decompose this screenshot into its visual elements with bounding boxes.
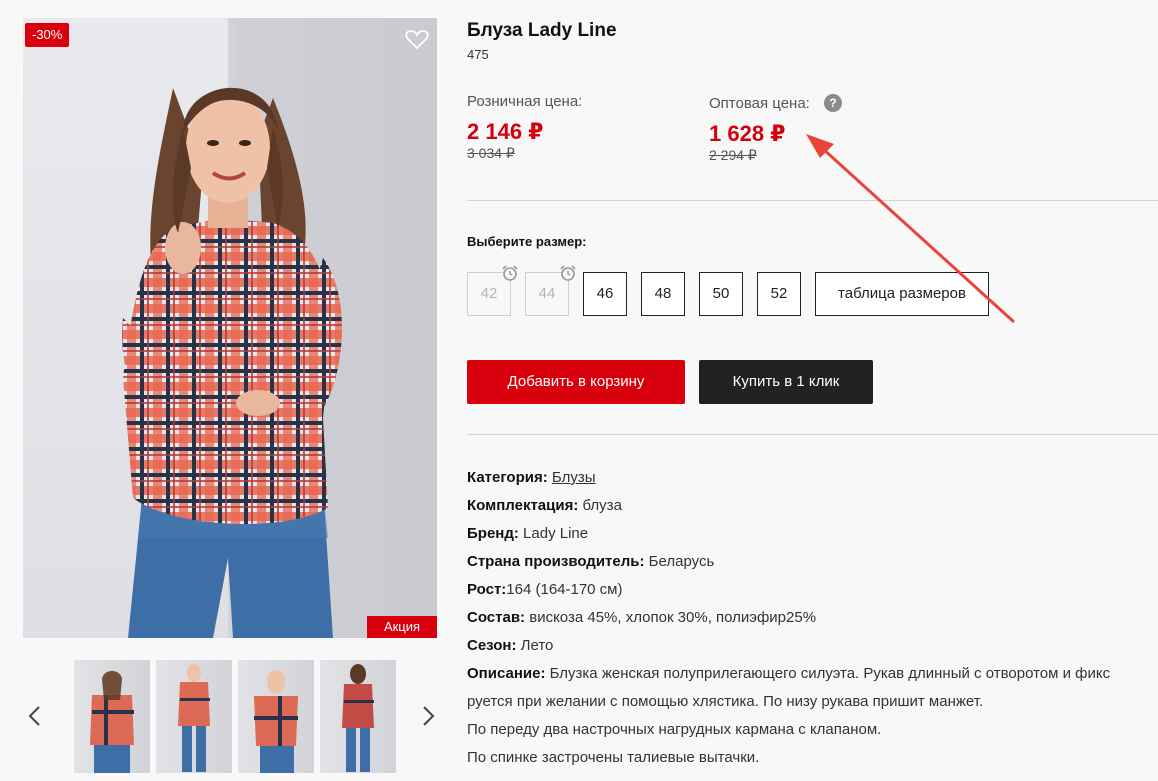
alarm-clock-icon[interactable]	[501, 264, 519, 282]
property-key: Комплектация:	[467, 497, 579, 514]
property-brand: Бренд: Lady Line	[467, 520, 1158, 548]
size-option-48[interactable]: 48	[641, 272, 685, 316]
property-category: Категория: Блузы	[467, 464, 1158, 492]
property-description: Описание: Блузка женская полуприлегающег…	[467, 660, 1158, 688]
favorite-heart-icon[interactable]	[405, 28, 429, 50]
property-value: Беларусь	[648, 553, 715, 570]
wholesale-price-old: 2 294 ₽	[709, 147, 757, 163]
thumbnail-3[interactable]	[238, 660, 314, 773]
product-properties: Категория: Блузы Комплектация: блуза Бре…	[467, 464, 1158, 772]
thumbnail-1[interactable]	[74, 660, 150, 773]
description-line: Блузка женская полуприлегающего силуэта.…	[549, 665, 1111, 682]
category-link[interactable]: Блузы	[552, 469, 596, 486]
property-key: Страна производитель:	[467, 553, 645, 570]
description-line: руется при желании с помощью хлястика. П…	[467, 693, 984, 710]
property-key: Категория:	[467, 469, 548, 486]
property-key: Бренд:	[467, 525, 519, 542]
divider	[467, 434, 1158, 435]
retail-price-current: 2 146 ₽	[467, 119, 544, 144]
product-sku: 475	[467, 47, 489, 62]
thumbnail-carousel	[23, 660, 437, 773]
property-value: Lady Line	[523, 525, 589, 542]
property-set: Комплектация: блуза	[467, 492, 1158, 520]
property-key: Описание:	[467, 665, 546, 682]
wholesale-price-current: 1 628 ₽	[709, 121, 786, 146]
size-table-button[interactable]: таблица размеров	[815, 272, 989, 316]
thumbnail-2[interactable]	[156, 660, 232, 773]
retail-price-label: Розничная цена:	[467, 93, 583, 110]
add-to-cart-button[interactable]: Добавить в корзину	[467, 360, 685, 404]
chevron-right-icon[interactable]	[418, 704, 438, 728]
property-height: Рост:164 (164-170 см)	[467, 576, 1158, 604]
promo-badge: Акция	[367, 616, 437, 638]
retail-price-old: 3 034 ₽	[467, 145, 515, 161]
alarm-clock-icon[interactable]	[559, 264, 577, 282]
size-option-52[interactable]: 52	[757, 272, 801, 316]
wholesale-price-label: Оптовая цена:	[709, 95, 810, 112]
product-main-photo[interactable]: -30% Акция	[23, 18, 437, 638]
divider	[467, 200, 1158, 201]
thumbnail-4[interactable]	[320, 660, 396, 773]
size-option-46[interactable]: 46	[583, 272, 627, 316]
property-season: Сезон: Лето	[467, 632, 1158, 660]
description-line: По переду два настрочных нагрудных карма…	[467, 721, 882, 738]
property-country: Страна производитель: Беларусь	[467, 548, 1158, 576]
property-value: вискоза 45%, хлопок 30%, полиэфир25%	[529, 609, 817, 626]
property-composition: Состав: вискоза 45%, хлопок 30%, полиэфи…	[467, 604, 1158, 632]
property-key: Рост:	[467, 581, 507, 598]
wholesale-price-block: Оптовая цена: 1 628 ₽ 2 294 ₽	[709, 95, 810, 164]
size-select-label: Выберите размер:	[467, 234, 587, 249]
property-value: Лето	[520, 637, 554, 654]
discount-badge: -30%	[25, 23, 70, 47]
model-illustration	[122, 87, 342, 638]
buy-one-click-button[interactable]: Купить в 1 клик	[699, 360, 873, 404]
property-key: Состав:	[467, 609, 526, 626]
property-value: блуза	[582, 497, 622, 514]
product-title: Блуза Lady Line	[467, 20, 617, 41]
chevron-left-icon[interactable]	[25, 704, 45, 728]
help-question-icon[interactable]: ?	[824, 94, 842, 112]
size-option-50[interactable]: 50	[699, 272, 743, 316]
property-value: 164 (164-170 см)	[506, 581, 623, 598]
description-line: По спинке застрочены талиевые вытачки.	[467, 749, 760, 766]
property-key: Сезон:	[467, 637, 517, 654]
retail-price-block: Розничная цена: 2 146 ₽ 3 034 ₽	[467, 93, 582, 162]
